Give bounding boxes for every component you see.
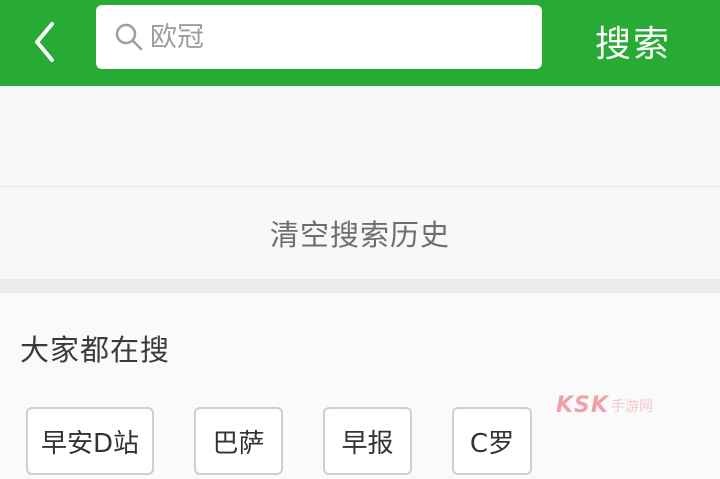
search-input[interactable]	[150, 21, 520, 53]
search-button[interactable]: 搜索	[578, 10, 688, 72]
watermark-logo: KSK 手游网	[556, 393, 653, 418]
hot-search-chip[interactable]: 早报	[323, 407, 412, 475]
watermark-text: KSK	[556, 393, 609, 418]
hot-search-chip[interactable]: 早安D站	[26, 407, 154, 475]
search-box[interactable]	[96, 5, 542, 69]
clear-history-label: 清空搜索历史	[269, 218, 450, 252]
chevron-left-icon	[35, 22, 54, 62]
search-icon	[115, 23, 143, 51]
back-button[interactable]	[16, 12, 72, 72]
section-gap	[0, 279, 720, 293]
clear-history-button[interactable]: 清空搜索历史	[0, 187, 720, 279]
hot-search-chip[interactable]: 巴萨	[194, 407, 283, 475]
hot-searches-section: 大家都在搜 早安D站 巴萨 早报 C罗	[0, 293, 720, 479]
search-history-area	[0, 86, 720, 186]
top-bar: 搜索	[0, 0, 720, 86]
hot-search-chip[interactable]: C罗	[452, 407, 532, 475]
watermark-subtext: 手游网	[610, 398, 653, 415]
hot-searches-title: 大家都在搜	[20, 333, 171, 367]
